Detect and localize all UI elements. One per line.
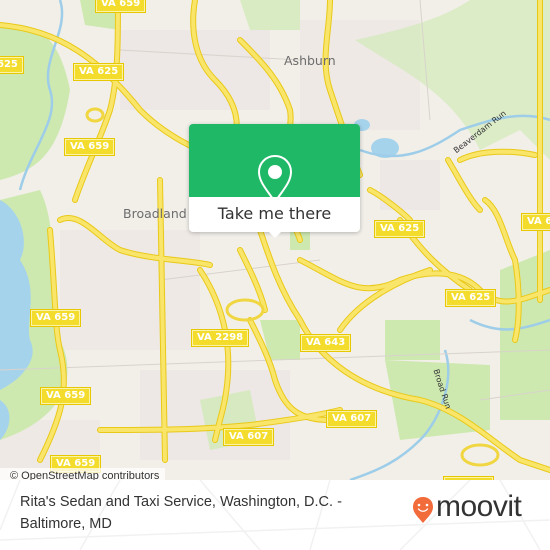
popup-pointer: [267, 230, 283, 238]
location-title: Rita's Sedan and Taxi Service, Washingto…: [20, 494, 342, 532]
footer: Rita's Sedan and Taxi Service, Washingto…: [0, 480, 550, 550]
road-shield: VA 625: [446, 290, 496, 306]
road-shield: VA 659: [65, 139, 115, 155]
popup-header: [189, 124, 360, 204]
road-shield: VA 625: [375, 221, 425, 237]
road-shield: VA 6: [522, 214, 550, 230]
road-shield: VA 643: [301, 335, 351, 351]
road-shield: VA 659: [41, 388, 91, 404]
road-shield: VA 659: [96, 0, 146, 12]
moovit-wordmark: moovit: [436, 490, 522, 523]
road-shield: VA 2298: [192, 330, 249, 346]
location-popup: Take me there: [189, 124, 360, 238]
take-me-there-button[interactable]: Take me there: [189, 197, 360, 232]
place-label-broadlands: Broadland: [123, 206, 187, 221]
moovit-pin-icon: [413, 497, 433, 523]
place-label-ashburn: Ashburn: [284, 53, 336, 68]
moovit-logo[interactable]: moovit: [412, 490, 522, 528]
road-shield: VA 607: [224, 429, 274, 445]
map-canvas[interactable]: Ashburn Broadland Beaverdam Run Broad Ru…: [0, 0, 550, 480]
road-shield: VA 625: [74, 64, 124, 80]
road-shield: VA 607: [327, 411, 377, 427]
road-shield: 625: [0, 57, 23, 73]
road-shield: VA 659: [31, 310, 81, 326]
